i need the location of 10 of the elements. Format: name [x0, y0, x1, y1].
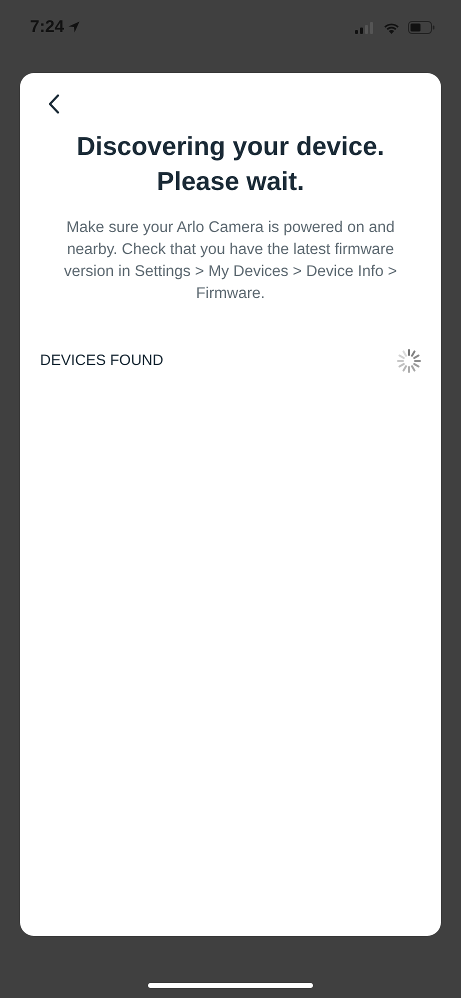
- back-chevron-icon: [48, 94, 60, 114]
- signal-icon: [355, 22, 375, 34]
- battery-icon: [408, 21, 435, 34]
- wifi-icon: [383, 22, 400, 34]
- loading-spinner-icon: [397, 349, 421, 373]
- section-label: DEVICES FOUND: [40, 351, 164, 371]
- screen-title: Discovering your device. Please wait.: [76, 130, 386, 198]
- description-text: Make sure your Arlo Camera is powered on and nearby. Check that you have the latest firmware version in Settings > My Devices > Device Info > Firmware.: [63, 218, 398, 304]
- location-arrow-icon: [68, 21, 80, 33]
- back-button[interactable]: [46, 93, 62, 115]
